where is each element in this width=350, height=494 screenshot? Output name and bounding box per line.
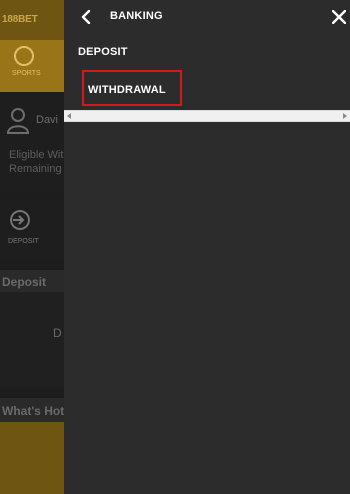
eligible-line-2: Remaining xyxy=(9,163,62,175)
deposit-section-title: Deposit xyxy=(2,275,47,289)
eligible-text: Eligible Wit Remaining xyxy=(9,148,69,176)
scroll-left-arrow-icon[interactable] xyxy=(67,113,71,119)
app-header: 188BET xyxy=(0,0,64,40)
sports-label: SPORTS xyxy=(12,70,41,77)
promo-banner xyxy=(0,422,64,494)
menu-item-withdrawal[interactable]: WITHDRAWAL xyxy=(88,84,166,96)
close-icon xyxy=(332,10,346,24)
deposit-card-text: D xyxy=(53,326,62,340)
close-button[interactable] xyxy=(328,6,350,28)
drawer-header: BANKING xyxy=(64,0,350,34)
banking-drawer: BANKING DEPOSIT WITHDRAWAL xyxy=(64,0,350,494)
brand-logo: 188BET xyxy=(2,14,38,25)
deposit-arrow-icon xyxy=(10,210,30,230)
scroll-right-arrow-icon[interactable] xyxy=(343,113,347,119)
drawer-title: BANKING xyxy=(110,10,163,22)
sports-tile[interactable]: SPORTS xyxy=(0,40,64,92)
menu-item-deposit[interactable]: DEPOSIT xyxy=(78,46,128,58)
user-name: Davi xyxy=(36,114,59,126)
whats-hot-title: What's Hot xyxy=(2,404,65,418)
eligible-line-1: Eligible Wit xyxy=(9,149,64,161)
deposit-tile[interactable]: DEPOSIT xyxy=(0,200,64,260)
back-button[interactable] xyxy=(74,6,98,28)
chevron-left-icon xyxy=(81,10,91,24)
user-panel: Davi Eligible Wit Remaining xyxy=(0,92,64,192)
deposit-tile-label: DEPOSIT xyxy=(8,238,39,245)
user-icon xyxy=(6,108,30,134)
deposit-card xyxy=(0,292,64,388)
soccer-ball-icon xyxy=(14,46,34,66)
horizontal-scrollbar[interactable] xyxy=(64,110,350,122)
